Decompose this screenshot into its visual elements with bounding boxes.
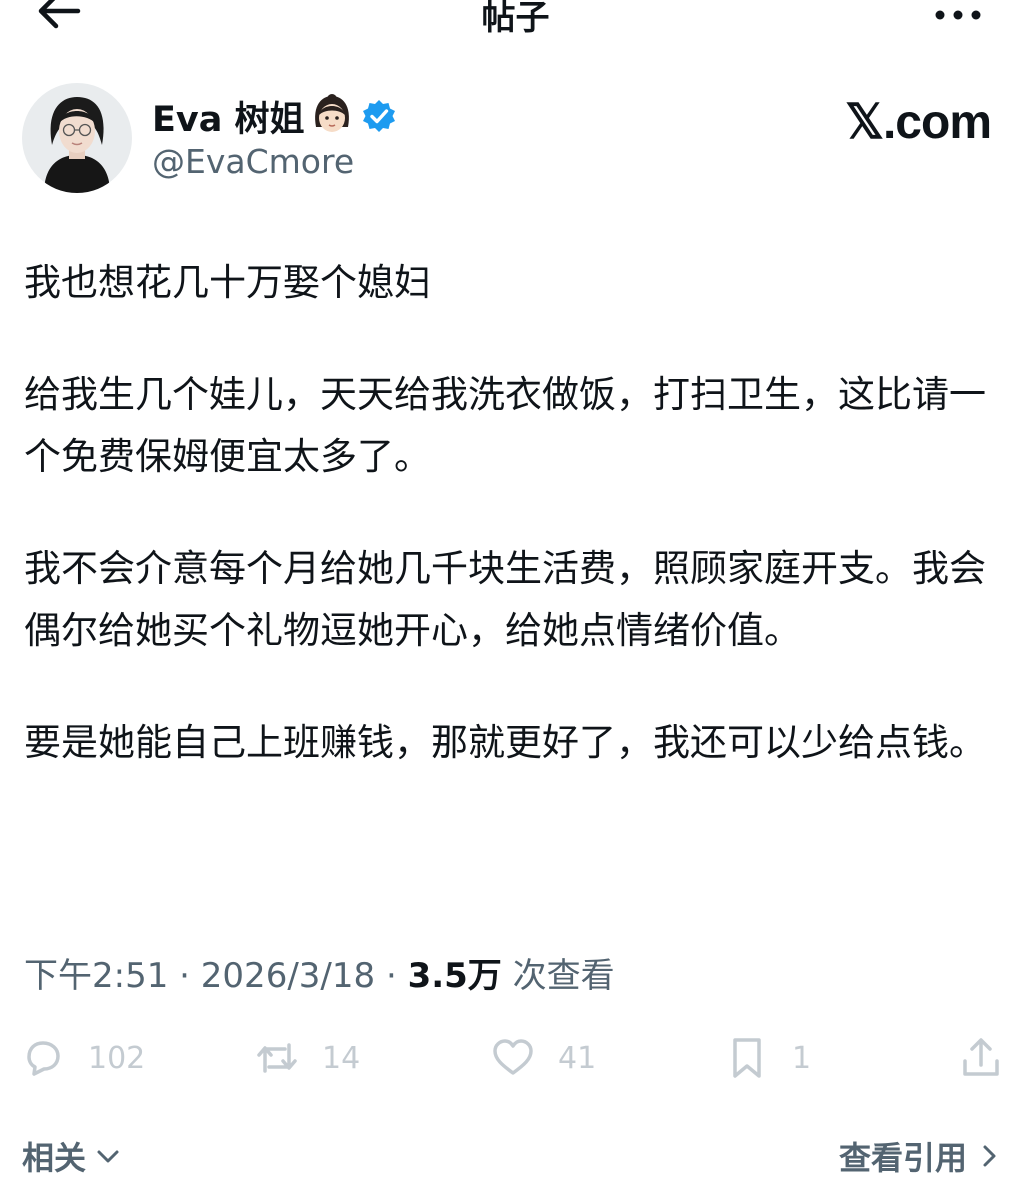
post-paragraph: 给我生几个娃儿，天天给我洗衣做饭，打扫卫生，这比请一个免费保姆便宜太多了。 <box>24 373 986 478</box>
like-button[interactable]: 41 <box>490 1030 596 1086</box>
post-paragraph: 要是她能自己上班赚钱，那就更好了，我还可以少给点钱。 <box>24 721 986 764</box>
reply-count: 102 <box>88 1040 146 1076</box>
action-bar: 102 14 41 1 <box>0 1030 1031 1086</box>
heart-icon <box>493 1039 533 1075</box>
page-title: 帖子 <box>481 0 550 38</box>
chevron-right-icon <box>983 1145 996 1167</box>
author-handle[interactable]: @EvaCmore <box>152 142 354 181</box>
brand-watermark: 𝕏.com <box>845 96 992 149</box>
bookmark-button[interactable]: 1 <box>724 1030 811 1086</box>
girl-emoji-icon <box>314 94 349 132</box>
post-body: 我也想花几十万娶个媳妇 给我生几个娃儿，天天给我洗衣做饭，打扫卫生，这比请一个免… <box>24 252 1009 824</box>
verified-badge-icon <box>362 100 395 132</box>
post-meta: 下午2:51 · 2026/3/18 · 3.5万 次查看 <box>24 948 615 997</box>
more-dots-icon <box>935 10 981 20</box>
share-icon <box>963 1038 999 1076</box>
like-count: 41 <box>558 1040 597 1076</box>
bookmark-count: 1 <box>792 1040 812 1076</box>
reply-icon <box>27 1041 60 1076</box>
reply-button[interactable]: 102 <box>20 1030 145 1086</box>
retweet-button[interactable]: 14 <box>254 1030 360 1086</box>
post-time: 下午2:51 <box>24 956 169 996</box>
views-label: 次查看 <box>512 956 615 996</box>
meta-separator: · <box>179 956 190 996</box>
author-name-row: Eva 树姐 <box>152 92 397 140</box>
retweet-count: 14 <box>322 1040 361 1076</box>
retweet-icon <box>257 1043 297 1073</box>
view-quotes-label: 查看引用 <box>838 1139 967 1177</box>
author-display-name[interactable]: Eva 树姐 <box>152 91 305 142</box>
share-button[interactable] <box>958 1030 1004 1086</box>
top-bar: 帖子 <box>0 0 1031 50</box>
meta-separator: · <box>385 956 397 996</box>
views-count[interactable]: 3.5万 <box>408 956 502 996</box>
more-options-button[interactable] <box>930 0 986 30</box>
related-toggle[interactable]: 相关 <box>22 1133 122 1179</box>
bookmark-icon <box>733 1038 761 1078</box>
post-paragraph: 我也想花几十万娶个媳妇 <box>24 261 431 304</box>
post-date: 2026/3/18 <box>200 956 376 996</box>
avatar[interactable] <box>22 83 132 193</box>
view-quotes-link[interactable]: 查看引用 <box>839 1133 1003 1179</box>
chevron-down-icon <box>97 1150 119 1163</box>
avatar-image <box>22 83 132 193</box>
related-label: 相关 <box>22 1139 87 1177</box>
post-paragraph: 我不会介意每个月给她几千块生活费，照顾家庭开支。我会偶尔给她买个礼物逗她开心，给… <box>24 547 986 652</box>
